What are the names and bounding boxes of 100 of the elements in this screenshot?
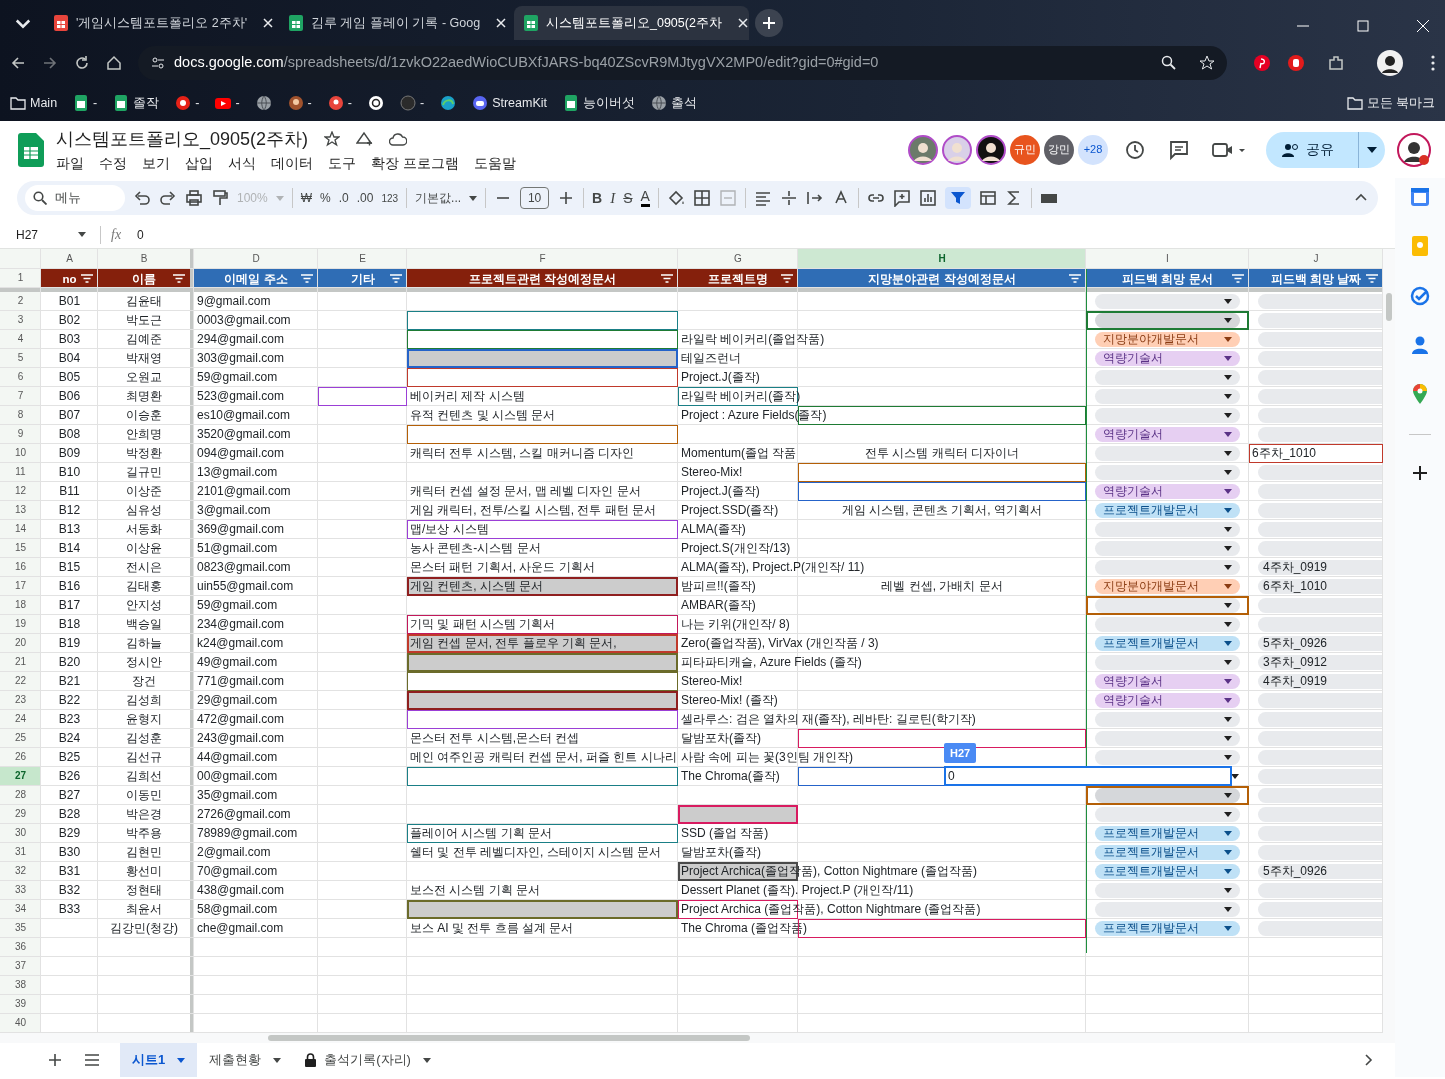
bookmark[interactable]: -: [73, 93, 98, 113]
cloud-icon[interactable]: [389, 132, 408, 146]
italic-button[interactable]: I: [610, 186, 616, 210]
close-icon[interactable]: [263, 18, 274, 28]
column-letter[interactable]: I: [1086, 249, 1249, 269]
comment-add-icon[interactable]: [892, 189, 911, 207]
text-color-button[interactable]: A: [640, 189, 650, 207]
sheet-tab[interactable]: 시트1: [120, 1043, 198, 1077]
column-letter[interactable]: G: [678, 249, 798, 269]
increase-decimal-button[interactable]: .00: [356, 189, 374, 207]
dropdown-chip[interactable]: 프로젝트개발문서: [1095, 845, 1240, 860]
move-icon[interactable]: [356, 131, 374, 147]
wave-icon[interactable]: [440, 95, 457, 111]
close-icon[interactable]: [737, 18, 748, 28]
address-bar[interactable]: docs.google.com/spreadsheets/d/1zvkO22aedWioCUBXfJARS-bq40ZScvR9MJtygVX2MP0/edit?gid=0#gid=0: [138, 45, 1227, 80]
font-select[interactable]: 기본값...: [415, 189, 478, 207]
chart-icon[interactable]: [918, 189, 937, 207]
dropdown-chip[interactable]: 프로젝트개발문서: [1095, 503, 1240, 518]
filter-icon[interactable]: [1366, 274, 1378, 283]
dropdown-chip[interactable]: 지망분야개발문서: [1095, 332, 1240, 347]
formula-field[interactable]: 0: [137, 225, 144, 244]
column-letter[interactable]: D: [194, 249, 318, 269]
filter-icon[interactable]: [1069, 274, 1081, 283]
reload-icon[interactable]: [74, 54, 90, 71]
bookmark[interactable]: StreamKit: [472, 93, 547, 113]
comment-icon[interactable]: [1168, 138, 1190, 161]
forward-icon[interactable]: [42, 54, 58, 71]
undo-icon[interactable]: [133, 189, 151, 207]
browser-tab[interactable]: '게임시스템포트폴리오 2주차': [44, 6, 279, 40]
filter-icon[interactable]: [661, 274, 673, 283]
menu-item[interactable]: 수정: [99, 152, 127, 174]
bold-button[interactable]: B: [592, 187, 603, 209]
column-letter[interactable]: E: [318, 249, 407, 269]
dropdown-chip[interactable]: 지망분야개발문서: [1095, 579, 1240, 594]
percent-button[interactable]: %: [320, 189, 331, 207]
history-icon[interactable]: [1124, 138, 1146, 161]
filter-views-icon[interactable]: [978, 189, 997, 207]
bookmark[interactable]: 출석: [651, 93, 697, 113]
strikethrough-button[interactable]: S: [623, 187, 633, 209]
star-icon[interactable]: [1199, 54, 1215, 71]
number-format-button[interactable]: 123: [381, 190, 399, 206]
name-box[interactable]: H27: [16, 225, 78, 244]
collaborator-avatar[interactable]: 강민: [1044, 134, 1074, 165]
share-button[interactable]: 공유: [1266, 131, 1385, 168]
browser-tab[interactable]: 시스템포트폴리오_0905(2주차: [514, 6, 749, 40]
column-letter[interactable]: J: [1249, 249, 1383, 269]
dropdown-chip[interactable]: 프로젝트개발문서: [1095, 826, 1240, 841]
bookmark[interactable]: 능이버섯: [563, 93, 635, 113]
person-icon[interactable]: [1412, 336, 1428, 354]
filter-icon[interactable]: [944, 187, 971, 209]
column-letter[interactable]: H: [798, 249, 1086, 269]
dropdown-chip[interactable]: 역량기술서: [1095, 674, 1240, 689]
filter-icon[interactable]: [1232, 274, 1244, 283]
calendar-icon[interactable]: [1411, 188, 1429, 206]
star-icon[interactable]: [324, 131, 341, 147]
bookmark[interactable]: -: [215, 93, 240, 113]
dropdown-chip[interactable]: 프로젝트개발문서: [1095, 921, 1240, 936]
menu-icon[interactable]: [84, 1054, 100, 1066]
borders-icon[interactable]: [692, 189, 711, 207]
menu-item[interactable]: 도움말: [473, 152, 516, 174]
browser-tab[interactable]: 김루 게임 플레이 기록 - Goog: [279, 6, 514, 40]
menu-item[interactable]: 확장 프로그램: [371, 152, 459, 174]
paint-format-icon[interactable]: [211, 189, 229, 207]
collaborator-count[interactable]: +28: [1078, 134, 1108, 165]
menu-item[interactable]: 삽입: [185, 152, 213, 174]
add-sheet-icon[interactable]: [48, 1053, 62, 1067]
puzzle-icon[interactable]: [1327, 53, 1345, 72]
column-letter[interactable]: A: [41, 249, 98, 269]
sheet-tab[interactable]: 제출현황: [197, 1043, 294, 1077]
back-icon[interactable]: [10, 54, 26, 71]
column-letter[interactable]: F: [407, 249, 678, 269]
caret-icon[interactable]: [1231, 774, 1239, 779]
check-icon[interactable]: [1410, 286, 1430, 306]
dropdown-chip[interactable]: 역량기술서: [1095, 693, 1240, 708]
filter-icon[interactable]: [390, 274, 402, 283]
cell-editor[interactable]: 0: [944, 766, 1232, 786]
new-tab-icon[interactable]: [755, 9, 783, 37]
menu-item[interactable]: 서식: [228, 152, 256, 174]
decrease-decimal-button[interactable]: .0: [338, 189, 349, 207]
vertical-align-icon[interactable]: [779, 189, 798, 207]
scrollbar-thumb[interactable]: [1386, 293, 1392, 321]
bookmark[interactable]: Main: [10, 93, 58, 113]
pin-icon[interactable]: [1253, 53, 1271, 72]
bookmark[interactable]: 졸작: [113, 93, 160, 113]
bookmark[interactable]: -: [287, 93, 312, 113]
home-icon[interactable]: [106, 54, 122, 71]
dropdown-chip[interactable]: 역량기술서: [1095, 427, 1240, 442]
filter-icon[interactable]: [301, 274, 313, 283]
document-title[interactable]: 시스템포트폴리오_0905(2주차): [56, 125, 309, 153]
knot-icon[interactable]: [367, 95, 384, 111]
profile-avatar[interactable]: [1377, 49, 1403, 76]
fill-color-icon[interactable]: [666, 189, 685, 207]
menu-item[interactable]: 보기: [142, 152, 170, 174]
redo-icon[interactable]: [159, 189, 177, 207]
maximize-icon[interactable]: [1357, 20, 1369, 32]
dropdown-chip[interactable]: 프로젝트개발문서: [1095, 636, 1240, 651]
zoom-icon[interactable]: [1161, 54, 1177, 71]
next-icon[interactable]: [1365, 1054, 1373, 1066]
hand-icon[interactable]: [1287, 53, 1305, 72]
more-icon[interactable]: [1431, 54, 1435, 71]
